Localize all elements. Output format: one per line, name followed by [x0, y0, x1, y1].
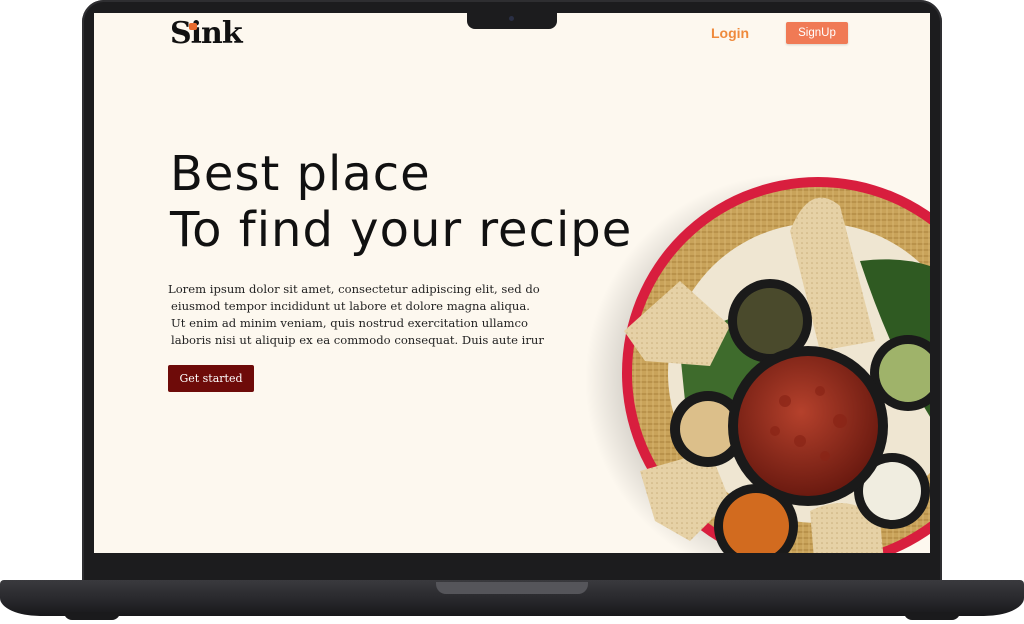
camera-lens: [509, 16, 514, 21]
hero-title-line-2: To find your recipe: [170, 202, 633, 258]
hero-paragraph: Lorem ipsum dolor sit amet, consectetur …: [168, 281, 548, 349]
hero-title: Best place To find your recipe: [170, 146, 632, 258]
hero-paragraph-line: Ut enim ad minim veniam, quis nostrud ex…: [171, 316, 529, 330]
laptop-foot-left: [64, 612, 120, 620]
get-started-button[interactable]: Get started: [168, 365, 254, 392]
signup-button[interactable]: SignUp: [786, 22, 848, 44]
brand-logo[interactable]: Sink: [170, 16, 243, 51]
laptop-hinge-notch: [436, 582, 588, 594]
laptop-foot-right: [904, 612, 960, 620]
hero-title-line-1: Best place: [170, 146, 431, 202]
hummus-dish: [680, 401, 736, 457]
hero-paragraph-line: Lorem ipsum dolor sit amet, consectetur …: [168, 282, 540, 296]
greens-dish: [737, 288, 803, 354]
brand-name: Sink: [170, 16, 243, 51]
hero-paragraph-line: eiusmod tempor incididunt ut labore et d…: [171, 299, 530, 313]
login-link[interactable]: Login: [711, 25, 749, 41]
logo-mark-icon: [189, 23, 197, 30]
screen: Sink Login SignUp Best place To find you…: [94, 13, 930, 553]
stew-dish: [738, 356, 878, 496]
hero-paragraph-line: laboris nisi ut aliquip ex ea commodo co…: [171, 333, 544, 347]
camera-notch-icon: [467, 12, 557, 29]
